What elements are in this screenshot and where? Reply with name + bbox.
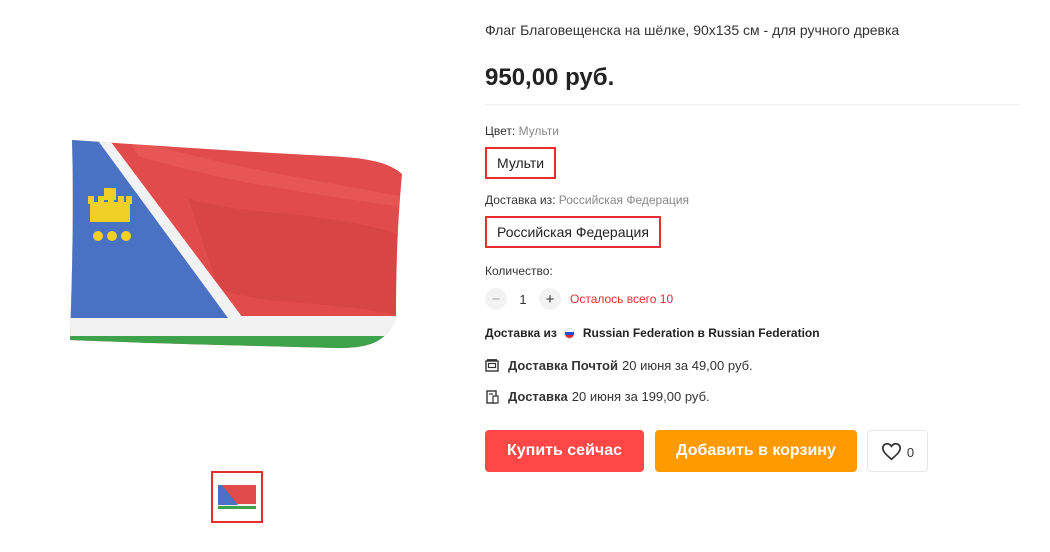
color-option-multi[interactable]: Мульти — [485, 147, 557, 179]
delivery-standard-name: Доставка — [508, 389, 568, 404]
delivery-standard-info: 20 июня за 199,00 руб. — [571, 389, 710, 404]
ship-from-label-text: Доставка из: — [485, 193, 559, 207]
product-price: 950,00 руб. — [485, 64, 615, 91]
wishlist-count: 0 — [906, 445, 915, 460]
package-icon — [485, 389, 499, 404]
add-to-cart-button[interactable]: Добавить в корзину — [655, 430, 857, 472]
quantity-stepper: − 1 + Осталось всего 10 — [485, 287, 673, 311]
thumbnail-flag-image — [218, 485, 256, 509]
thumbnail-1[interactable] — [211, 471, 263, 523]
shipping-route-text: Russian Federation в Russian Federation — [582, 326, 820, 340]
color-label: Цвет: Мульти — [485, 124, 559, 138]
color-label-text: Цвет: — [485, 124, 519, 138]
quantity-decrease-button[interactable]: − — [485, 288, 507, 310]
russia-flag-icon — [563, 327, 575, 339]
heart-icon — [881, 442, 901, 460]
quantity-increase-button[interactable]: + — [539, 288, 561, 310]
ship-from-option-russia[interactable]: Российская Федерация — [485, 216, 661, 248]
ship-from-selected-value: Российская Федерация — [558, 193, 689, 207]
buy-now-button[interactable]: Купить сейчас — [485, 430, 644, 472]
product-title: Флаг Благовещенска на шёлке, 90х135 см -… — [485, 22, 900, 38]
shipping-route-prefix: Доставка из — [485, 326, 557, 340]
mail-box-icon — [485, 359, 499, 373]
quantity-value[interactable]: 1 — [507, 292, 539, 307]
image-gallery — [0, 0, 470, 552]
flag-image — [70, 140, 402, 348]
delivery-post-name: Доставка Почтой — [508, 358, 618, 373]
quantity-label: Количество: — [485, 264, 553, 278]
ship-from-label: Доставка из: Российская Федерация — [485, 193, 689, 207]
delivery-post-info: 20 июня за 49,00 руб. — [622, 358, 753, 373]
stock-note: Осталось всего 10 — [570, 292, 674, 306]
color-selected-value: Мульти — [518, 124, 559, 138]
shipping-route: Доставка из Russian Federation в Russian… — [485, 326, 820, 340]
divider — [485, 104, 1020, 105]
wishlist-button[interactable]: 0 — [867, 430, 928, 472]
main-product-image[interactable] — [68, 138, 408, 353]
delivery-option-standard: Доставка 20 июня за 199,00 руб. — [485, 389, 710, 404]
delivery-option-post: Доставка Почтой 20 июня за 49,00 руб. — [485, 358, 753, 373]
